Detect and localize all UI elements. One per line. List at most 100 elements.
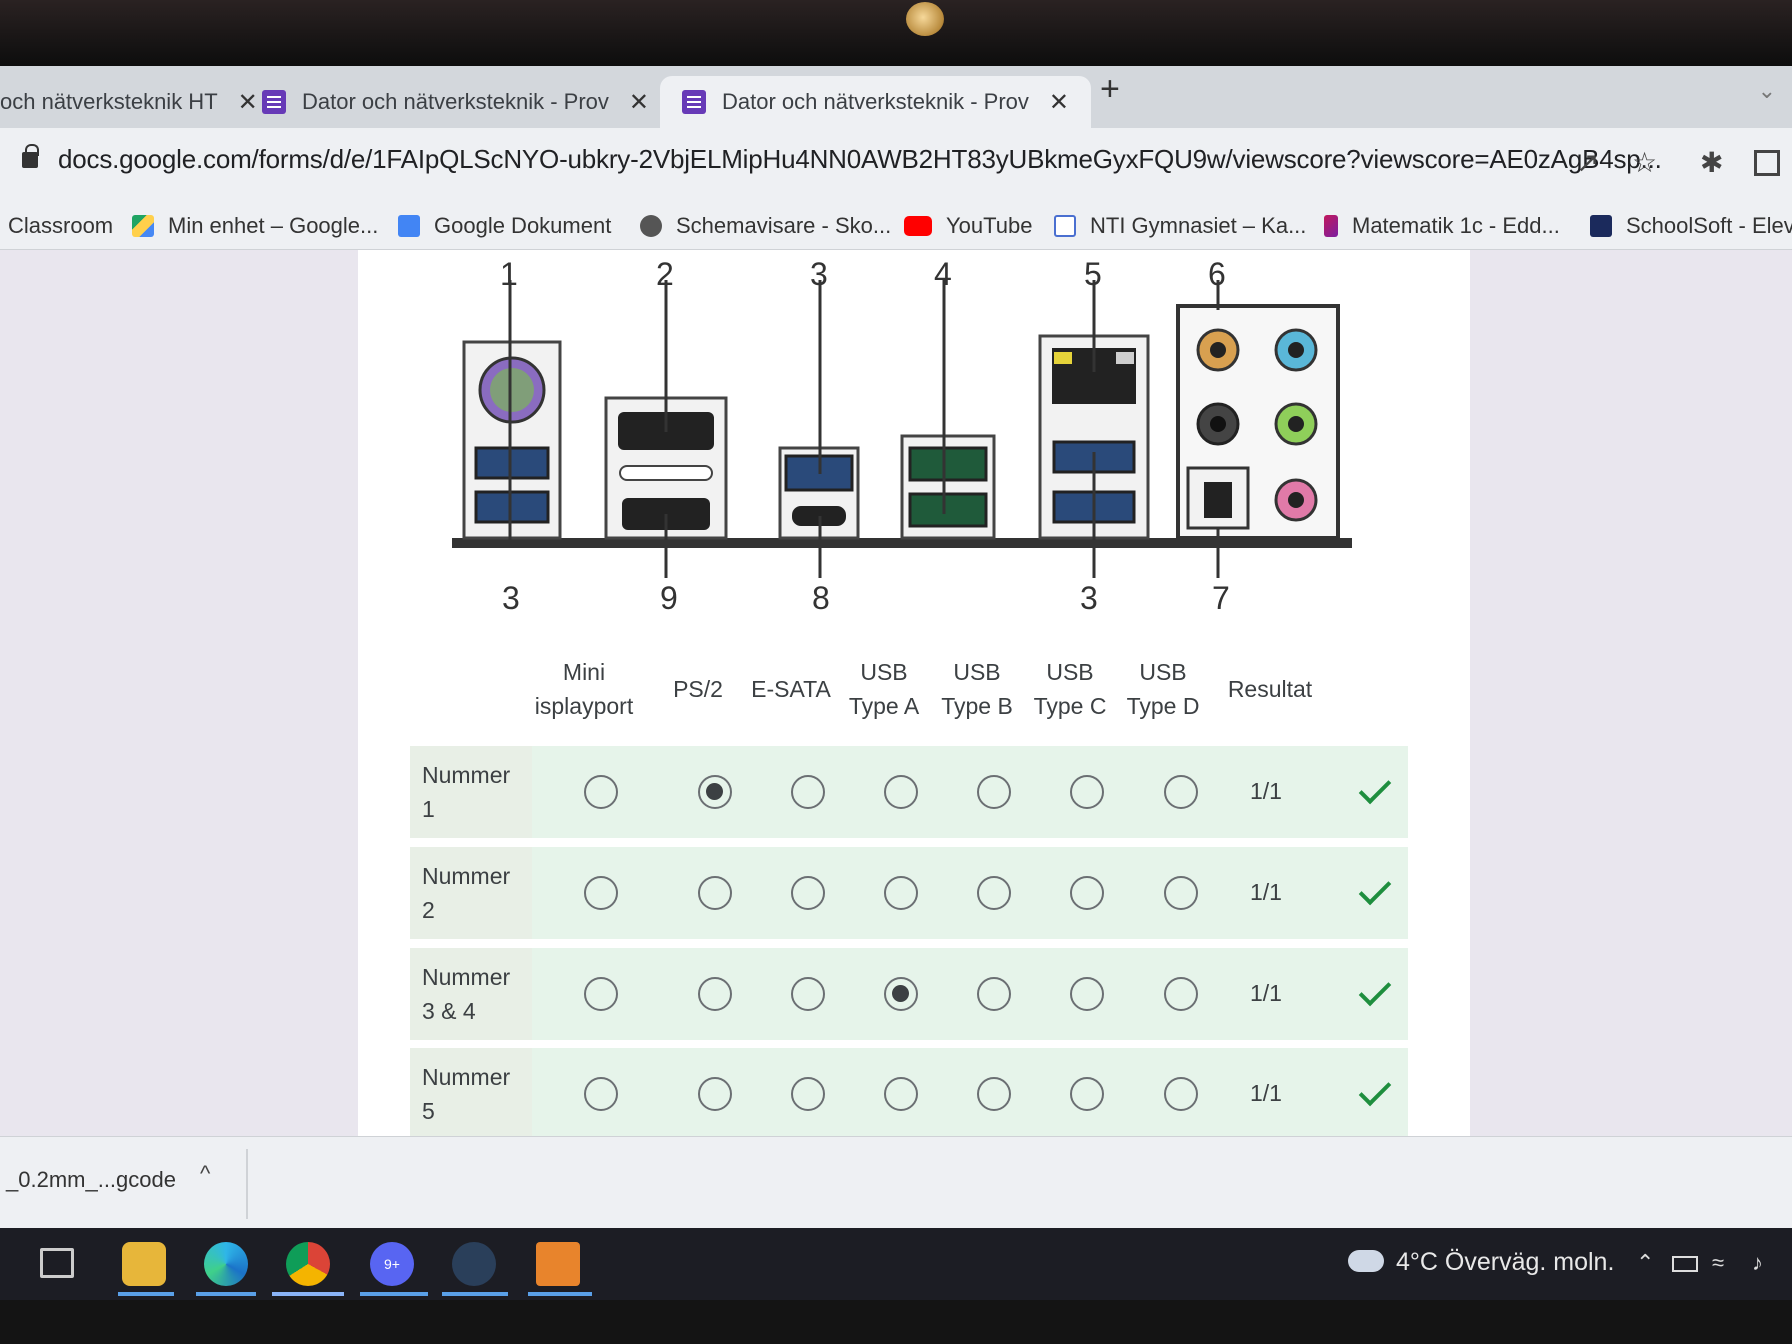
tab-2[interactable]: Dator och nätverksteknik - Prov ✕ [262, 76, 649, 128]
bookmark-matematik[interactable]: Matematik 1c - Edd... [1324, 202, 1560, 250]
new-tab-button[interactable]: + [1100, 70, 1120, 109]
diagram-number-top: 2 [656, 256, 674, 292]
radio-button[interactable] [698, 1077, 732, 1111]
radio-button[interactable] [791, 876, 825, 910]
row-label: Nummer 2 [410, 847, 532, 939]
close-icon[interactable]: ✕ [629, 88, 649, 117]
download-item[interactable]: _0.2mm_...gcode [6, 1167, 176, 1193]
weather-cloud-icon[interactable] [1348, 1250, 1384, 1272]
column-header-usb-type-d: USB Type D [1126, 659, 1200, 719]
radio-button[interactable] [977, 977, 1011, 1011]
diagram-number-bottom: 3 [1080, 580, 1098, 616]
fusion-icon[interactable] [536, 1242, 580, 1286]
edge-icon[interactable] [204, 1242, 248, 1286]
weather-widget[interactable]: 4°C Överväg. moln. [1396, 1248, 1614, 1277]
share-icon[interactable]: ↗ [1576, 146, 1599, 179]
task-view-icon[interactable] [40, 1248, 74, 1278]
close-icon[interactable]: ✕ [238, 88, 258, 117]
radio-button[interactable] [1070, 775, 1104, 809]
radio-button[interactable] [884, 876, 918, 910]
lock-icon[interactable] [22, 144, 39, 168]
star-icon[interactable]: ☆ [1632, 146, 1657, 179]
diagram-number-top: 1 [500, 256, 518, 292]
radio-button-selected[interactable] [884, 977, 918, 1011]
bookmark-nti[interactable]: NTI Gymnasiet – Ka... [1054, 202, 1306, 250]
diagram-number-top: 3 [810, 256, 828, 292]
radio-button[interactable] [698, 977, 732, 1011]
tab-search-chevron-icon[interactable]: ⌄ [1758, 78, 1776, 104]
file-explorer-icon[interactable] [122, 1242, 166, 1286]
bookmark-youtube[interactable]: YouTube [904, 202, 1032, 250]
radio-button[interactable] [977, 876, 1011, 910]
drive-icon [132, 215, 154, 237]
schoolsoft-icon [1590, 215, 1612, 237]
speaker-muted-icon[interactable]: ♪ [1752, 1250, 1763, 1276]
bookmark-schoolsoft[interactable]: SchoolSoft - Elev [1590, 202, 1792, 250]
radio-button[interactable] [791, 977, 825, 1011]
edd-icon [1324, 215, 1338, 237]
column-header-resultat: Resultat [1227, 676, 1313, 702]
bookmark-label: Schemavisare - Sko... [676, 213, 892, 238]
bookmark-classroom[interactable]: Classroom [8, 202, 113, 250]
radio-button[interactable] [584, 876, 618, 910]
row-label: Nummer 1 [410, 746, 532, 838]
close-icon[interactable]: ✕ [1049, 88, 1069, 117]
radio-button[interactable] [1070, 876, 1104, 910]
radio-button[interactable] [1070, 1077, 1104, 1111]
radio-button[interactable] [1164, 876, 1198, 910]
radio-button[interactable] [791, 775, 825, 809]
bookmarks-bar: Classroom Min enhet – Google... Google D… [0, 202, 1792, 250]
radio-button[interactable] [977, 775, 1011, 809]
diagram-number-bottom: 3 [502, 580, 520, 616]
screen: och nätverksteknik HT ✕ Dator och nätver… [0, 0, 1792, 1344]
radio-button[interactable] [977, 1077, 1011, 1111]
tab-title: Dator och nätverksteknik - Prov [302, 89, 609, 114]
radio-button[interactable] [884, 775, 918, 809]
column-header-ps2: PS/2 [673, 676, 723, 702]
battery-icon[interactable] [1672, 1256, 1698, 1272]
row-label: Nummer 3 & 4 [410, 948, 532, 1040]
tab-3-active[interactable]: Dator och nätverksteknik - Prov ✕ [660, 76, 1092, 128]
diagram-number-top: 4 [934, 256, 952, 292]
radio-button[interactable] [698, 876, 732, 910]
radio-button[interactable] [1164, 977, 1198, 1011]
bookmark-drive[interactable]: Min enhet – Google... [132, 202, 378, 250]
discord-icon[interactable]: 9+ [370, 1242, 414, 1286]
radio-button-selected[interactable] [698, 775, 732, 809]
docs-icon [398, 215, 420, 237]
bookmark-schema[interactable]: Schemavisare - Sko... [640, 202, 891, 250]
radio-button[interactable] [884, 1077, 918, 1111]
radio-button[interactable] [584, 1077, 618, 1111]
radio-button[interactable] [584, 977, 618, 1011]
wifi-icon[interactable]: ≈ [1712, 1250, 1724, 1276]
tab-1[interactable]: och nätverksteknik HT ✕ [0, 76, 258, 128]
column-header-usb-type-a: USB Type A [848, 659, 920, 719]
youtube-icon [904, 216, 932, 236]
bookmark-docs[interactable]: Google Dokument [398, 202, 611, 250]
diagram-number-bottom: 7 [1212, 580, 1230, 616]
browser-toolbar: docs.google.com/forms/d/e/1FAIpQLScNYO-u… [0, 128, 1792, 202]
bookmark-label: NTI Gymnasiet – Ka... [1090, 213, 1307, 238]
diagram-number-top: 5 [1084, 256, 1102, 292]
radio-button[interactable] [1164, 1077, 1198, 1111]
forms-icon [262, 90, 286, 114]
column-header-mini-displayport: Mini isplayport [534, 659, 634, 719]
radio-button[interactable] [1164, 775, 1198, 809]
address-bar[interactable]: docs.google.com/forms/d/e/1FAIpQLScNYO-u… [58, 144, 1662, 175]
extensions-icon[interactable]: ✱ [1700, 146, 1723, 179]
sidepanel-icon[interactable] [1754, 150, 1780, 176]
diagram-number-top: 6 [1208, 256, 1226, 292]
row-score: 1/1 [1250, 1080, 1282, 1106]
chevron-up-icon[interactable]: ^ [200, 1161, 210, 1187]
chevron-up-icon[interactable]: ⌃ [1636, 1250, 1654, 1276]
steam-icon[interactable] [452, 1242, 496, 1286]
radio-button[interactable] [584, 775, 618, 809]
chrome-icon[interactable] [286, 1242, 330, 1286]
radio-button[interactable] [791, 1077, 825, 1111]
diagram-number-bottom: 8 [812, 580, 830, 616]
bookmark-label: YouTube [946, 213, 1033, 238]
diagram-usb-port [474, 446, 550, 480]
radio-button[interactable] [1070, 977, 1104, 1011]
bookmark-label: SchoolSoft - Elev [1626, 213, 1792, 238]
tab-title: Dator och nätverksteknik - Prov [722, 89, 1029, 114]
